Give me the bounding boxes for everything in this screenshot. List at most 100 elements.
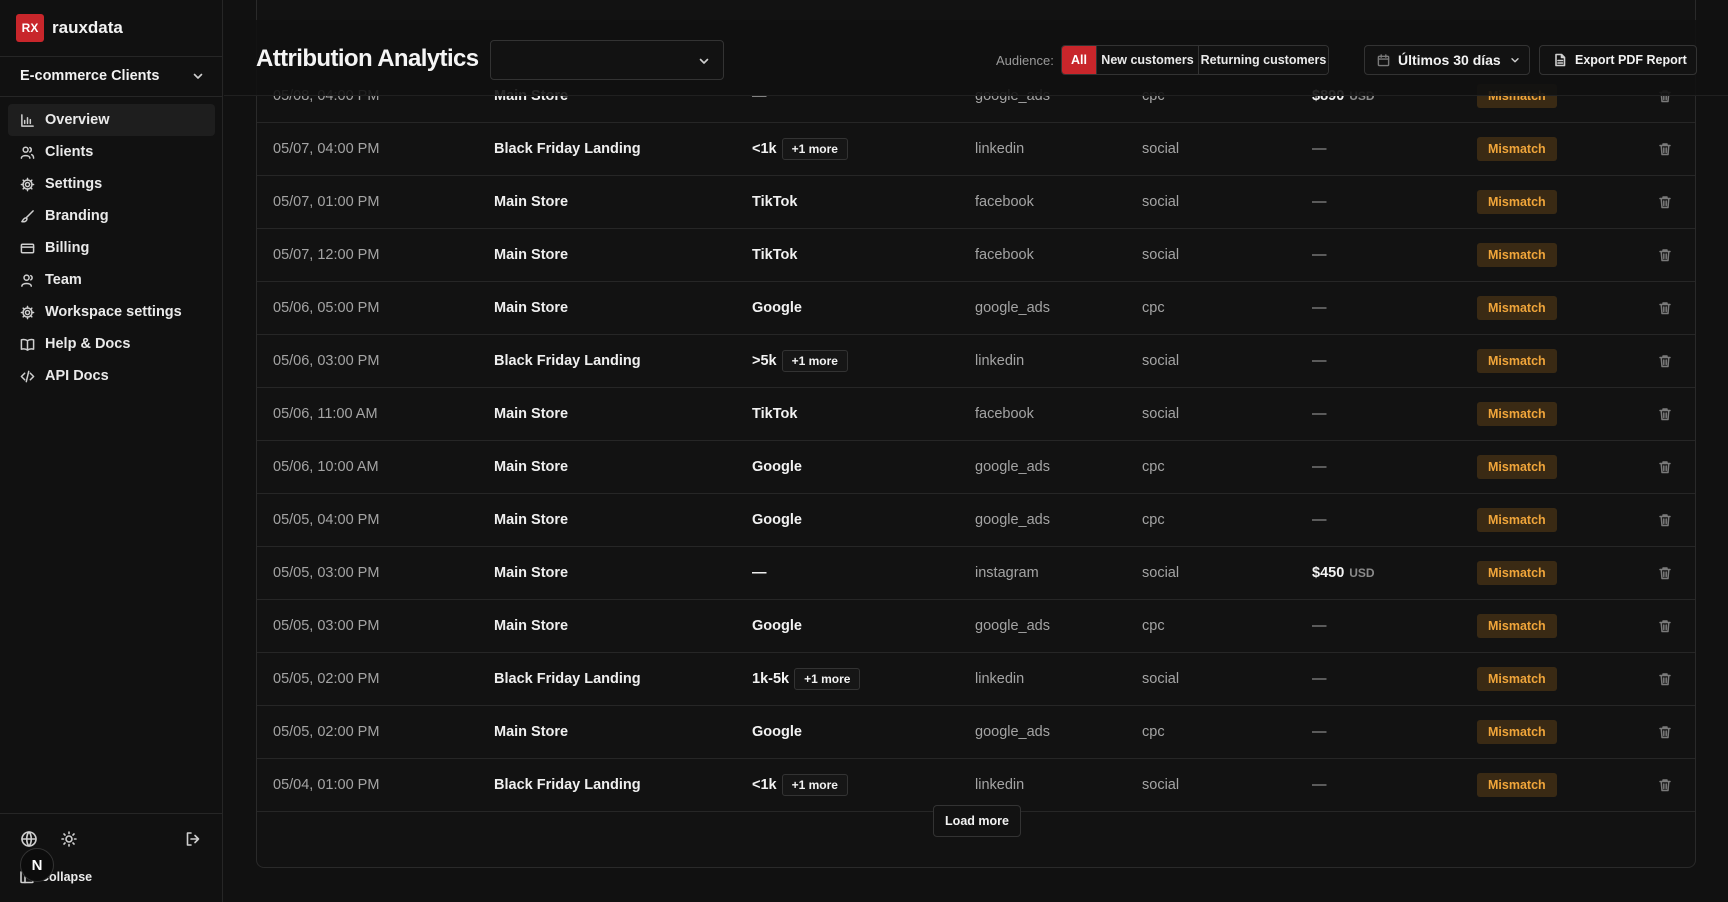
site-cell: Main Store [494, 194, 569, 210]
audience-option-all[interactable]: All [1062, 46, 1097, 74]
more-badge[interactable]: +1 more [794, 668, 861, 690]
report-select[interactable] [490, 40, 724, 80]
sidebar-item-billing[interactable]: Billing [8, 232, 215, 264]
source-cell: Google [752, 494, 802, 546]
sun-icon[interactable] [60, 830, 78, 848]
delete-button[interactable] [1658, 494, 1672, 546]
date-range-button[interactable]: Últimos 30 días [1364, 45, 1530, 75]
divider [0, 96, 223, 97]
export-pdf-button[interactable]: Export PDF Report [1539, 45, 1697, 75]
more-badge[interactable]: +1 more [781, 774, 848, 796]
delete-button[interactable] [1658, 600, 1672, 652]
utm-source-cell: facebook [975, 247, 1034, 263]
delete-button[interactable] [1658, 706, 1672, 758]
date-cell: 05/04, 01:00 PM [273, 777, 380, 793]
delete-button[interactable] [1658, 335, 1672, 387]
sidebar-item-api-docs[interactable]: API Docs [8, 360, 215, 392]
status-badge: Mismatch [1477, 720, 1557, 744]
table-row[interactable]: 05/06, 05:00 PM Main Store Google google_ad… [257, 282, 1695, 335]
table-row[interactable]: 05/06, 10:00 AM Main Store Google google_ad… [257, 441, 1695, 494]
table-row[interactable]: 05/05, 03:00 PM Main Store Google google_ad… [257, 600, 1695, 653]
status-badge: Mismatch [1477, 137, 1557, 161]
medium-cell: cpc [1142, 512, 1165, 528]
status-badge: Mismatch [1477, 349, 1557, 373]
medium-cell: social [1142, 194, 1180, 210]
date-range-label: Últimos 30 días [1398, 52, 1501, 68]
sidebar-item-label: Overview [45, 112, 110, 128]
revenue-cell: — [1312, 706, 1327, 758]
medium-cell: social [1142, 141, 1180, 157]
audience-option-new-customers[interactable]: New customers [1097, 46, 1199, 74]
table-row[interactable]: 05/07, 12:00 PM Main Store TikTok facebook s… [257, 229, 1695, 282]
sidebar-item-clients[interactable]: Clients [8, 136, 215, 168]
delete-button[interactable] [1658, 441, 1672, 493]
revenue-cell: — [1312, 653, 1327, 705]
source-value: <1k [752, 141, 777, 157]
date-cell: 05/05, 03:00 PM [273, 565, 380, 581]
source-cell: <1k +1 more [752, 123, 848, 175]
table-row[interactable]: 05/06, 03:00 PM Black Friday Landing >5k +1… [257, 335, 1695, 388]
delete-button[interactable] [1658, 388, 1672, 440]
audience-option-returning-customers[interactable]: Returning customers [1199, 46, 1328, 74]
attribution-table: 05/08, 04:00 PM Main Store — google_ads cpc $… [256, 0, 1696, 868]
status-cell: Mismatch [1477, 123, 1557, 175]
delete-button[interactable] [1658, 229, 1672, 281]
globe-icon[interactable] [20, 830, 38, 848]
date-cell: 05/06, 11:00 AM [273, 406, 378, 422]
sidebar-item-team[interactable]: Team [8, 264, 215, 296]
source-cell: TikTok [752, 176, 797, 228]
table-row[interactable]: 05/05, 02:00 PM Black Friday Landing 1k-5k… [257, 653, 1695, 706]
date-cell: 05/07, 01:00 PM [273, 194, 380, 210]
source-cell: TikTok [752, 388, 797, 440]
table-row[interactable]: 05/05, 03:00 PM Main Store — instagram socia… [257, 547, 1695, 600]
delete-button[interactable] [1658, 759, 1672, 811]
table-row[interactable]: 05/07, 04:00 PM Black Friday Landing <1k +1… [257, 123, 1695, 176]
source-cell: — [752, 547, 767, 599]
load-more-button[interactable]: Load more [933, 805, 1021, 837]
sidebar-item-workspace-settings[interactable]: Workspace settings [8, 296, 215, 328]
audience-filter: All New customers Returning customers [1061, 45, 1329, 75]
status-cell: Mismatch [1477, 547, 1557, 599]
medium-cell: cpc [1142, 724, 1165, 740]
status-badge: Mismatch [1477, 561, 1557, 585]
delete-button[interactable] [1658, 123, 1672, 175]
table-row[interactable]: 05/05, 04:00 PM Main Store Google google_ad… [257, 494, 1695, 547]
table-row[interactable]: 05/05, 02:00 PM Main Store Google google_ad… [257, 706, 1695, 759]
audience-label: Audience: [996, 53, 1054, 68]
source-value: TikTok [752, 247, 798, 263]
logout-icon[interactable] [184, 830, 202, 848]
export-pdf-label: Export PDF Report [1575, 53, 1687, 67]
site-cell: Main Store [494, 459, 569, 475]
utm-source-cell: instagram [975, 565, 1039, 581]
status-badge: Mismatch [1477, 773, 1557, 797]
status-cell: Mismatch [1477, 282, 1557, 334]
more-badge[interactable]: +1 more [781, 350, 848, 372]
table-row[interactable]: 05/06, 11:00 AM Main Store TikTok facebook s… [257, 388, 1695, 441]
avatar[interactable]: N [20, 848, 54, 882]
trash-icon [1659, 302, 1671, 315]
revenue-cell: — [1312, 176, 1327, 228]
status-cell: Mismatch [1477, 494, 1557, 546]
sidebar-item-branding[interactable]: Branding [8, 200, 215, 232]
client-selector[interactable]: E-commerce Clients [20, 65, 205, 87]
source-value: TikTok [752, 194, 798, 210]
sidebar-item-settings[interactable]: Settings [8, 168, 215, 200]
sidebar-item-help-docs[interactable]: Help & Docs [8, 328, 215, 360]
delete-button[interactable] [1658, 282, 1672, 334]
table-row[interactable]: 05/07, 01:00 PM Main Store TikTok facebook s… [257, 176, 1695, 229]
utm-source-cell: google_ads [975, 618, 1050, 634]
status-cell: Mismatch [1477, 229, 1557, 281]
trash-icon [1659, 620, 1671, 633]
sidebar-item-label: API Docs [45, 368, 109, 384]
site-cell: Black Friday Landing [494, 141, 641, 157]
delete-button[interactable] [1658, 547, 1672, 599]
brand[interactable]: RX rauxdata [16, 14, 123, 42]
site-cell: Main Store [494, 300, 569, 316]
delete-button[interactable] [1658, 176, 1672, 228]
revenue-value: — [1312, 194, 1327, 210]
sidebar-item-overview[interactable]: Overview [8, 104, 215, 136]
status-cell: Mismatch [1477, 388, 1557, 440]
more-badge[interactable]: +1 more [781, 138, 848, 160]
delete-button[interactable] [1658, 653, 1672, 705]
trash-icon [1659, 514, 1671, 527]
